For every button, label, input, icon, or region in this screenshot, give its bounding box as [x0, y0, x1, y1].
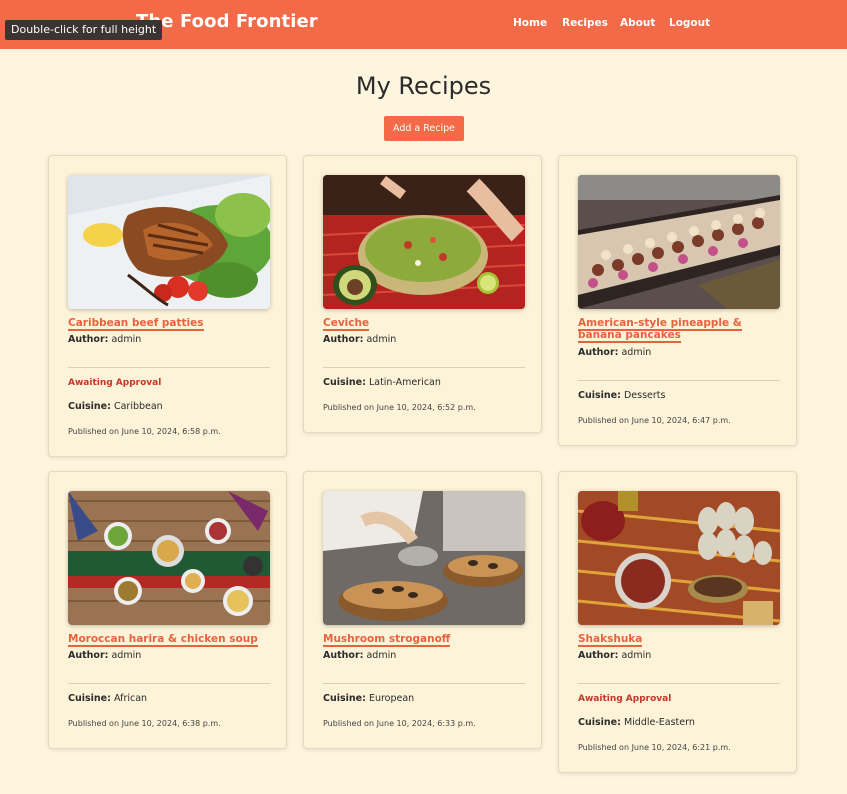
cuisine-line: Cuisine: African	[68, 693, 148, 704]
author-line: Author: admin	[323, 334, 397, 345]
divider	[68, 683, 270, 684]
cuisine-line: Cuisine: Caribbean	[68, 401, 163, 412]
recipe-card: American-style pineapple & banana pancak…	[558, 155, 797, 446]
cuisine-line: Cuisine: Desserts	[578, 390, 666, 401]
chef-plating-photo[interactable]	[323, 491, 525, 625]
published-date: Published on June 10, 2024, 6:58 p.m.	[68, 427, 221, 436]
recipe-card: Shakshuka Author: admin Awaiting Approva…	[558, 471, 797, 773]
divider	[323, 683, 525, 684]
nav-home[interactable]: Home	[513, 17, 547, 29]
recipe-title-link[interactable]: Moroccan harira & chicken soup	[68, 633, 270, 647]
author-line: Author: admin	[68, 334, 142, 345]
published-date: Published on June 10, 2024, 6:21 p.m.	[578, 743, 731, 752]
published-date: Published on June 10, 2024, 6:52 p.m.	[323, 403, 476, 412]
author-line: Author: admin	[323, 650, 397, 661]
recipe-title-link[interactable]: American-style pineapple & banana pancak…	[578, 317, 780, 343]
spices-garlic-photo[interactable]	[578, 491, 780, 625]
cuisine-line: Cuisine: European	[323, 693, 415, 704]
published-date: Published on June 10, 2024, 6:38 p.m.	[68, 719, 221, 728]
pastry-display-photo[interactable]	[578, 175, 780, 309]
guacamole-bowl-photo[interactable]	[323, 175, 525, 309]
published-date: Published on June 10, 2024, 6:47 p.m.	[578, 416, 731, 425]
nav-about[interactable]: About	[620, 17, 655, 29]
full-height-tooltip: Double-click for full height	[5, 20, 163, 40]
status-badge: Awaiting Approval	[68, 378, 162, 388]
author-line: Author: admin	[68, 650, 142, 661]
divider	[68, 367, 270, 368]
add-recipe-button[interactable]: Add a Recipe	[384, 116, 464, 141]
status-badge: Awaiting Approval	[578, 694, 672, 704]
divider	[578, 380, 780, 381]
page-title: My Recipes	[355, 72, 492, 100]
divider	[578, 683, 780, 684]
recipe-title-link[interactable]: Shakshuka	[578, 633, 780, 647]
cuisine-line: Cuisine: Latin-American	[323, 377, 441, 388]
recipe-card: Caribbean beef patties Author: admin Awa…	[48, 155, 287, 457]
author-line: Author: admin	[578, 347, 652, 358]
brand-logo[interactable]: The Food Frontier	[136, 11, 318, 32]
divider	[323, 367, 525, 368]
recipe-title-link[interactable]: Ceviche	[323, 317, 525, 331]
table-spread-photo[interactable]	[68, 491, 270, 625]
nav-recipes[interactable]: Recipes	[562, 17, 608, 29]
grilled-fish-photo[interactable]	[68, 175, 270, 309]
cuisine-line: Cuisine: Middle-Eastern	[578, 717, 695, 728]
recipe-title-link[interactable]: Mushroom stroganoff	[323, 633, 525, 647]
author-line: Author: admin	[578, 650, 652, 661]
recipe-card: Mushroom stroganoff Author: admin Cuisin…	[303, 471, 542, 749]
published-date: Published on June 10, 2024, 6:33 p.m.	[323, 719, 476, 728]
recipe-card: Ceviche Author: admin Cuisine: Latin-Ame…	[303, 155, 542, 433]
recipe-card: Moroccan harira & chicken soup Author: a…	[48, 471, 287, 749]
recipe-title-link[interactable]: Caribbean beef patties	[68, 317, 270, 331]
nav-logout[interactable]: Logout	[669, 17, 710, 29]
